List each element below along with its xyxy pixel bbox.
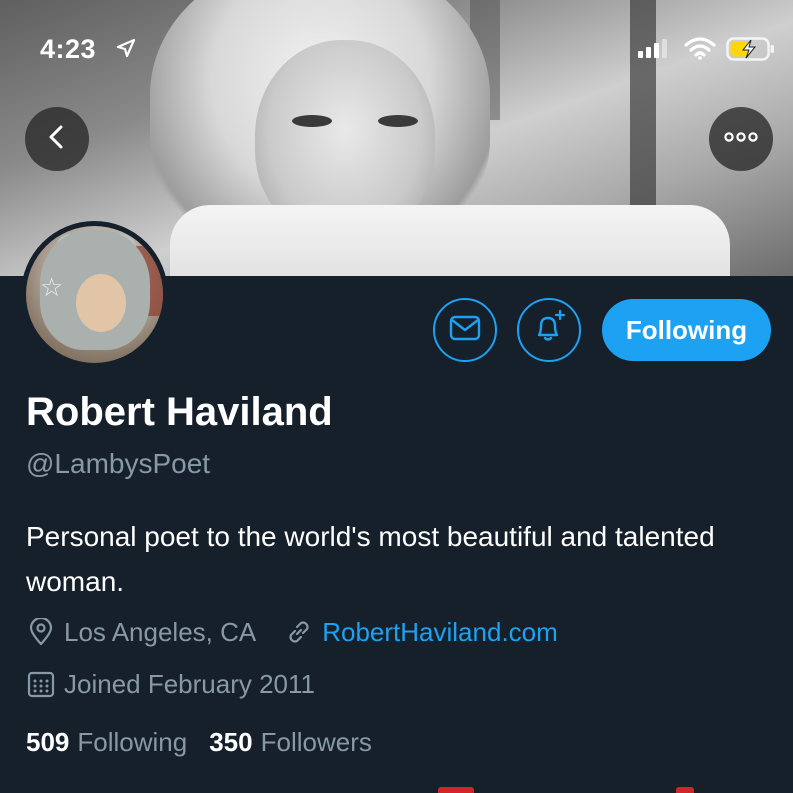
calendar-icon bbox=[26, 669, 56, 699]
battery-charging-icon bbox=[726, 36, 776, 67]
profile-website-link[interactable]: RobertHaviland.com bbox=[322, 617, 558, 648]
profile-bio: Personal poet to the world's most beauti… bbox=[26, 521, 715, 597]
avatar-detail bbox=[76, 274, 126, 332]
chevron-left-icon bbox=[43, 123, 71, 156]
profile-meta-joined: Joined February 2011 bbox=[26, 667, 315, 701]
profile-joined-date: Joined February 2011 bbox=[64, 668, 316, 699]
status-time: 4:23 bbox=[40, 34, 97, 64]
more-horizontal-icon bbox=[724, 130, 758, 148]
notifications-button[interactable] bbox=[517, 298, 581, 362]
profile-handle: @LambysPoet bbox=[26, 448, 211, 479]
profile-location: Los Angeles, CA bbox=[64, 616, 257, 647]
star-icon: ☆ bbox=[40, 272, 64, 302]
location-pin-icon bbox=[26, 617, 56, 647]
link-icon bbox=[284, 617, 314, 647]
profile-stats: 509 Following 350 Followers bbox=[26, 725, 372, 759]
followers-label: Followers bbox=[260, 726, 372, 757]
followers-count: 350 bbox=[209, 726, 253, 757]
status-bar: 4:23 bbox=[0, 28, 793, 68]
profile-meta-location-website: Los Angeles, CA RobertHaviland.com bbox=[26, 615, 558, 649]
header-photo-detail bbox=[292, 115, 332, 127]
bell-plus-icon bbox=[531, 309, 567, 351]
content-below-peek bbox=[438, 787, 474, 793]
avatar-image: ☆ bbox=[26, 226, 163, 363]
profile-name: Robert Haviland bbox=[26, 390, 333, 434]
following-count: 509 bbox=[26, 726, 70, 757]
avatar[interactable]: ☆ bbox=[21, 221, 168, 368]
wifi-icon bbox=[684, 36, 716, 65]
envelope-icon bbox=[449, 315, 481, 346]
followers-stat[interactable]: 350 Followers bbox=[209, 727, 372, 758]
following-button[interactable]: Following bbox=[602, 299, 771, 361]
following-label: Following bbox=[77, 726, 188, 757]
location-arrow-icon bbox=[116, 38, 136, 63]
following-stat[interactable]: 509 Following bbox=[26, 727, 187, 758]
cellular-signal-icon bbox=[638, 38, 670, 63]
header-photo-detail bbox=[378, 115, 418, 127]
content-below-peek bbox=[676, 787, 694, 793]
more-options-button[interactable] bbox=[709, 107, 773, 171]
back-button[interactable] bbox=[25, 107, 89, 171]
message-button[interactable] bbox=[433, 298, 497, 362]
header-photo-detail bbox=[170, 205, 730, 276]
